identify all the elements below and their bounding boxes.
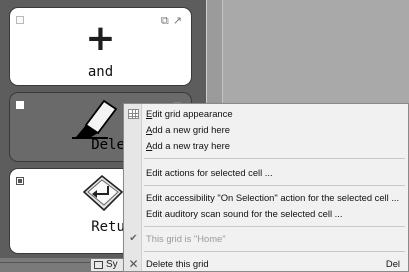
cell-label-and: and [87,64,114,80]
cell-select-checkbox[interactable] [16,101,24,109]
grid-icon [94,261,103,269]
cell-select-checkbox[interactable] [16,177,24,185]
menu-item-edit-actions[interactable]: Edit actions for selected cell ... [124,166,408,180]
menu-item-label: Edit auditory scan sound for the selecte… [146,208,343,219]
menu-item-add-tray[interactable]: Add a new tray here [124,139,408,153]
menu-item-home-grid: ✔ This grid is "Home" [124,232,408,246]
menu-item-add-grid[interactable]: Add a new grid here [124,123,408,137]
grid-icon [128,109,139,119]
shortcut-label: Del [385,258,400,269]
menu-separator [144,226,405,227]
cell-and[interactable]: ⧉ ↗ + and [9,7,192,86]
menu-item-edit-accessibility[interactable]: Edit accessibility "On Selection" action… [124,191,408,205]
menu-separator [144,185,405,186]
menu-separator [144,158,405,159]
menu-separator [144,251,405,252]
plus-symbol-icon: + [85,18,116,59]
context-menu: Edit grid appearance Add a new grid here… [123,103,409,272]
tab-label: Sy [106,259,118,270]
eraser-icon [72,99,118,139]
menu-item-edit-grid-appearance[interactable]: Edit grid appearance [124,107,408,121]
return-key-icon [82,174,124,212]
delete-x-icon: ✕ [128,257,139,271]
menu-item-label: Delete this grid [146,258,209,269]
checkmark-icon: ✔ [129,233,138,244]
menu-item-label: Edit actions for selected cell ... [146,167,273,178]
menu-item-delete-grid[interactable]: ✕ Delete this grid Del [124,257,408,271]
menu-item-label: This grid is "Home" [146,233,226,244]
menu-item-label: Edit accessibility "On Selection" action… [146,192,400,203]
menu-item-edit-auditory-scan[interactable]: Edit auditory scan sound for the selecte… [124,207,408,221]
